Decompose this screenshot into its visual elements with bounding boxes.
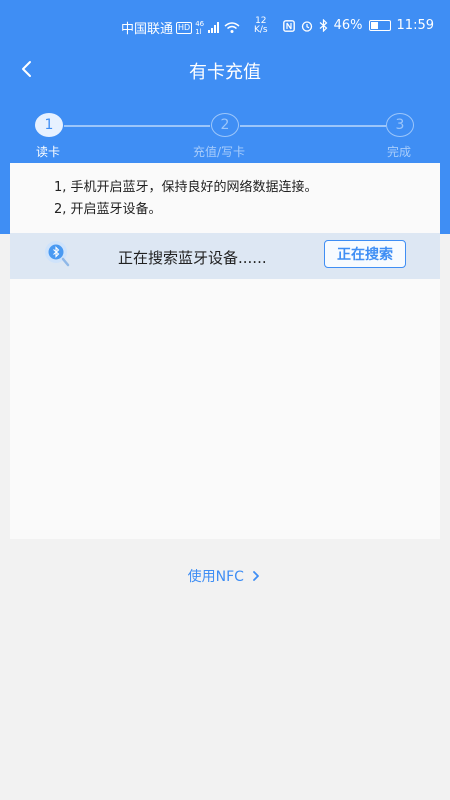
- bluetooth-search-row: 正在搜索蓝牙设备...... 正在搜索: [10, 233, 440, 279]
- use-nfc-link[interactable]: 使用NFC: [0, 566, 450, 586]
- instructions: 1, 手机开启蓝牙，保持良好的网络数据连接。 2, 开启蓝牙设备。: [54, 177, 318, 221]
- step-connector: [240, 125, 386, 127]
- speed-unit: K/s: [254, 25, 268, 35]
- carrier-name: 中国联通: [121, 22, 174, 37]
- battery-percent: 46%: [333, 18, 363, 33]
- chevron-right-icon: [253, 571, 260, 581]
- network-type-bottom: 1l: [195, 27, 202, 36]
- step-2-label: 充值/写卡: [193, 145, 246, 159]
- clock: 11:59: [396, 18, 434, 33]
- page-title: 有卡充值: [189, 62, 261, 83]
- search-status: 正在搜索蓝牙设备......: [118, 249, 267, 267]
- signal-icon: [208, 21, 220, 33]
- battery-fill: [370, 22, 379, 29]
- bluetooth-icon: [319, 19, 328, 32]
- status-right: 46% 11:59: [282, 18, 434, 33]
- content-card: 1, 手机开启蓝牙，保持良好的网络数据连接。 2, 开启蓝牙设备。 正在搜索蓝牙…: [10, 163, 440, 539]
- alarm-icon: [301, 20, 312, 32]
- network-type: 46 1l: [195, 20, 204, 36]
- step-1-circle: 1: [35, 113, 63, 137]
- battery-icon: [368, 20, 391, 31]
- wifi-icon: [224, 21, 240, 33]
- network-speed: 12 K/s: [254, 17, 268, 35]
- step-connector: [64, 125, 210, 127]
- nfc-icon: [282, 19, 295, 32]
- title-bar: 有卡充值: [0, 52, 450, 88]
- step-3-label: 完成: [387, 145, 412, 159]
- bluetooth-search-icon: [45, 241, 70, 267]
- searching-button[interactable]: 正在搜索: [324, 240, 406, 268]
- status-bar: 中国联通 HD 46 1l 12 K/s 46% 11:59: [0, 0, 450, 52]
- step-1-label: 读卡: [36, 145, 61, 159]
- network-type-top: 46: [195, 19, 205, 28]
- step-3-circle: 3: [386, 113, 414, 137]
- progress-stepper: 1 2 3 读卡 充值/写卡 完成: [0, 110, 450, 160]
- status-left: 中国联通 HD 46 1l: [121, 18, 240, 37]
- instruction-line: 1, 手机开启蓝牙，保持良好的网络数据连接。: [54, 180, 318, 195]
- hd-badge: HD: [176, 21, 193, 34]
- instruction-line: 2, 开启蓝牙设备。: [54, 202, 162, 217]
- step-2-circle: 2: [211, 113, 239, 137]
- use-nfc-label: 使用NFC: [187, 569, 244, 585]
